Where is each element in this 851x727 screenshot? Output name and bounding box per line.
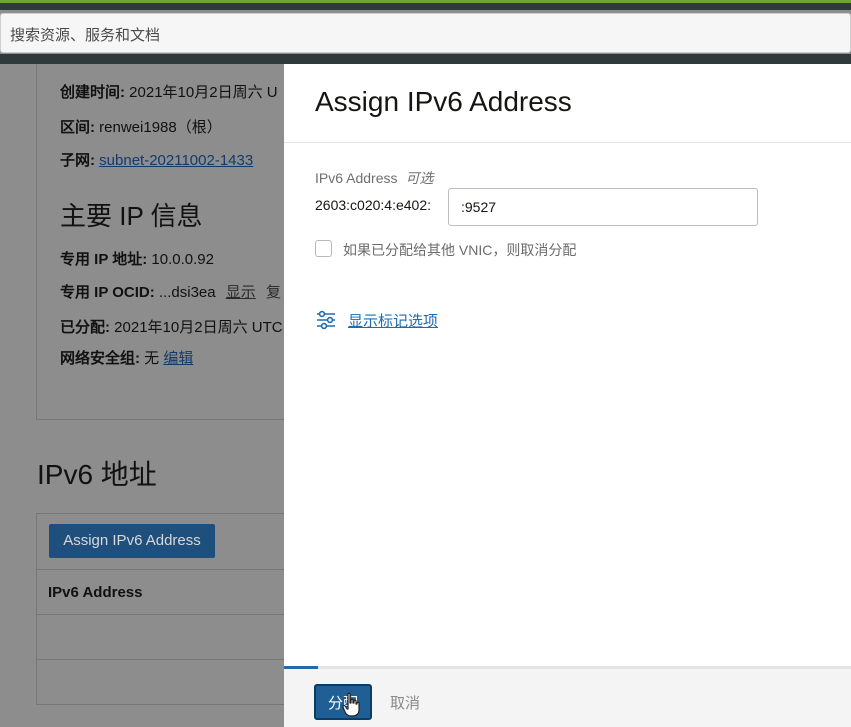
table-header: IPv6 Address: [37, 569, 285, 615]
created-time-label: 创建时间:: [60, 84, 125, 101]
nsg-label: 网络安全组:: [60, 350, 140, 367]
panel-title: Assign IPv6 Address: [315, 86, 572, 117]
private-ip-value: 10.0.0.92: [151, 251, 214, 268]
table-row: [37, 616, 285, 660]
show-tag-options-link[interactable]: 显示标记选项: [348, 310, 438, 331]
header-gap: [0, 54, 851, 64]
ocid-value: ...dsi3ea: [158, 284, 216, 301]
ocid-label: 专用 IP OCID:: [60, 284, 155, 301]
column-header-ipv6-address: IPv6 Address: [48, 584, 143, 601]
assigned-value: 2021年10月2日周六 UTC: [114, 319, 283, 336]
show-ocid-link[interactable]: 显示: [226, 284, 256, 301]
ipv6-heading: IPv6 地址: [37, 459, 157, 490]
search-placeholder: 搜索资源、服务和文档: [10, 27, 161, 44]
compartment-row: 区间: renwei1988（根）: [60, 116, 222, 137]
subnet-label: 子网:: [60, 152, 95, 169]
nsg-edit-link[interactable]: 编辑: [163, 350, 193, 367]
created-time-value: 2021年10月2日周六 U: [129, 84, 278, 101]
nsg-value: 无: [144, 350, 160, 367]
unassign-checkbox-label: 如果已分配给其他 VNIC，则取消分配: [343, 242, 577, 258]
subnet-row: 子网: subnet-20211002-1433: [60, 149, 253, 170]
subnet-link[interactable]: subnet-20211002-1433: [99, 152, 253, 169]
accent-line: [0, 0, 851, 3]
hand-cursor-icon: [342, 692, 360, 717]
assigned-label: 已分配:: [60, 319, 110, 336]
created-time-row: 创建时间: 2021年10月2日周六 U: [60, 81, 278, 102]
primary-ip-heading: 主要 IP 信息: [60, 201, 203, 231]
ipv6-prefix: 2603:c020:4:e402:: [315, 197, 431, 213]
panel-footer: 分配 取消: [284, 669, 851, 727]
ipv6-address-input[interactable]: [448, 188, 758, 226]
private-ip-row: 专用 IP 地址: 10.0.0.92: [60, 248, 214, 269]
nsg-row: 网络安全组: 无 编辑: [60, 347, 193, 368]
table-row: [37, 661, 285, 705]
ipv6-label-text: IPv6 Address: [315, 170, 398, 186]
search-bar[interactable]: 搜索资源、服务和文档: [0, 13, 851, 53]
assign-ipv6-button[interactable]: Assign IPv6 Address: [49, 524, 215, 558]
copy-ocid-link[interactable]: 复: [266, 284, 281, 301]
private-ip-ocid-row: 专用 IP OCID: ...dsi3ea 显示 复: [60, 281, 281, 302]
panel-divider: [284, 142, 851, 143]
compartment-value: renwei1988（根）: [99, 119, 222, 136]
cancel-button[interactable]: 取消: [390, 692, 420, 713]
top-strip: [0, 0, 851, 10]
optional-label: 可选: [405, 170, 434, 186]
unassign-checkbox[interactable]: [315, 240, 332, 257]
assign-ipv6-panel: Assign IPv6 Address IPv6 Address 可选 2603:…: [284, 64, 851, 727]
ipv6-field-label: IPv6 Address 可选: [315, 168, 434, 188]
assigned-row: 已分配: 2021年10月2日周六 UTC: [60, 316, 283, 337]
compartment-label: 区间:: [60, 119, 95, 136]
private-ip-label: 专用 IP 地址:: [60, 251, 148, 268]
sliders-icon: [317, 310, 335, 330]
